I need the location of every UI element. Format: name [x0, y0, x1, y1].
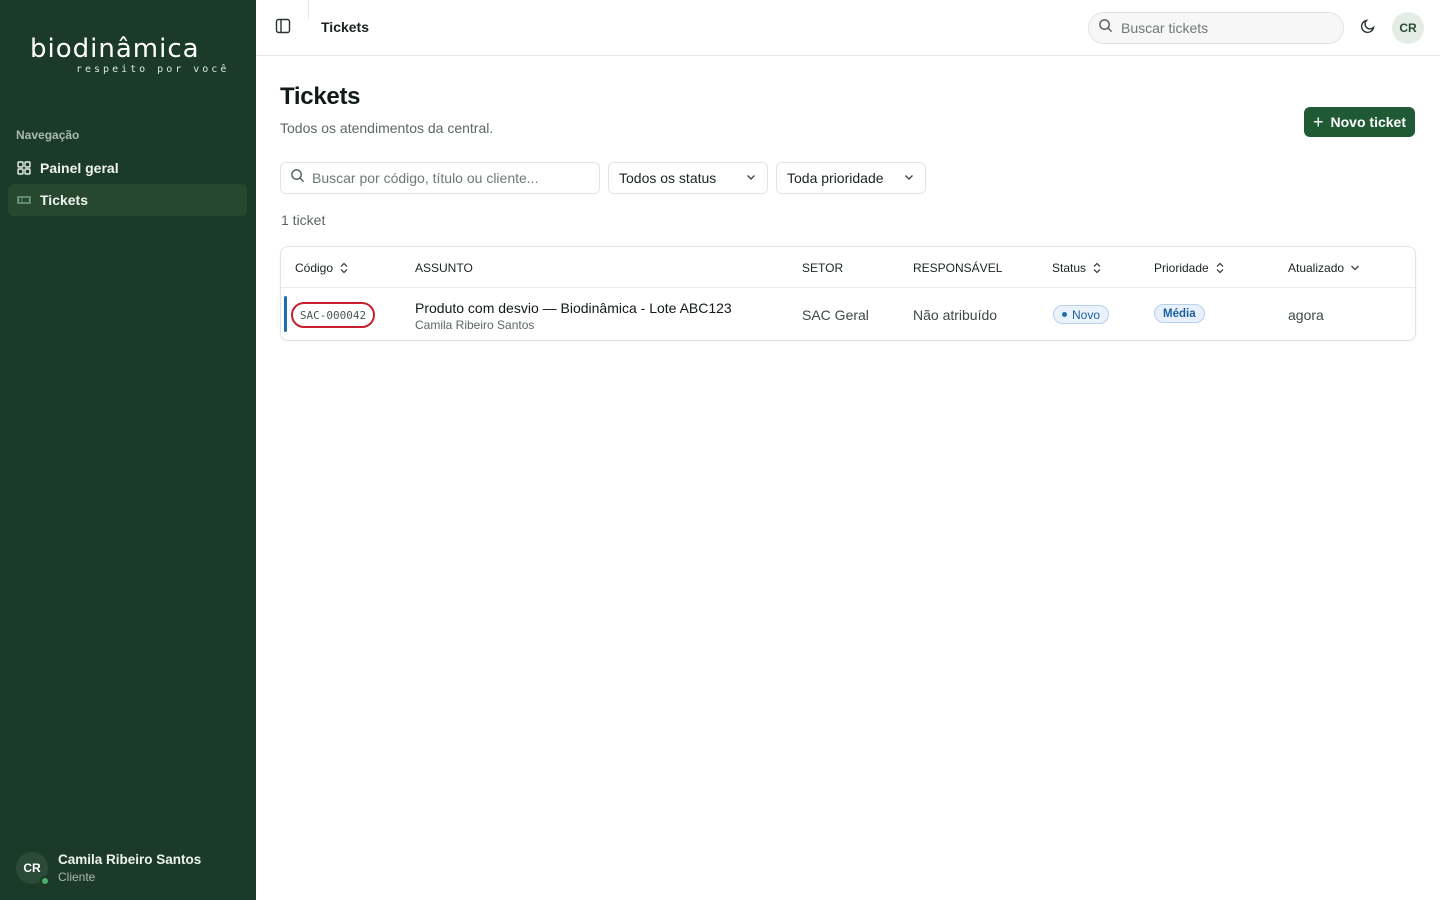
chevron-down-icon	[1350, 263, 1360, 273]
ticket-subject: Produto com desvio — Biodinâmica - Lote …	[415, 299, 732, 333]
user-avatar-button[interactable]: CR	[1392, 12, 1424, 44]
ticket-client: Camila Ribeiro Santos	[415, 318, 535, 332]
new-ticket-button[interactable]: + Novo ticket	[1304, 107, 1415, 137]
plus-icon: +	[1313, 112, 1324, 132]
global-search-input[interactable]	[1121, 20, 1321, 36]
column-header-label: Prioridade	[1154, 261, 1209, 275]
topbar-divider	[308, 0, 309, 20]
column-header-label: Código	[295, 261, 334, 275]
avatar-initials: CR	[1399, 21, 1417, 35]
sort-icon	[1092, 262, 1102, 274]
status-filter-value: Todos os status	[619, 170, 717, 186]
online-status-dot	[40, 876, 50, 886]
theme-toggle-button[interactable]	[1357, 17, 1379, 39]
column-header-updated[interactable]: Atualizado	[1288, 261, 1360, 275]
brand-logo[interactable]: biodinâmica respeito por você	[30, 34, 226, 84]
table-row[interactable]: SAC-000042 Produto com desvio — Biodinâm…	[281, 288, 1415, 340]
ticket-count: 1 ticket	[281, 212, 326, 228]
column-header-code[interactable]: Código	[295, 261, 349, 275]
sort-icon	[339, 262, 349, 274]
column-header-status[interactable]: Status	[1052, 261, 1102, 275]
search-icon	[1098, 18, 1113, 38]
topbar: Tickets CR	[256, 0, 1440, 56]
ticket-title: Produto com desvio — Biodinâmica - Lote …	[415, 300, 732, 316]
chevron-down-icon	[745, 170, 757, 186]
page-title: Tickets	[280, 83, 361, 110]
brand-tagline: respeito por você	[76, 64, 230, 75]
column-header-assignee: RESPONSÁVEL	[913, 261, 1003, 275]
ticket-updated: agora	[1288, 307, 1324, 323]
priority-badge: Média	[1154, 304, 1205, 323]
sidebar-item-tickets[interactable]: Tickets	[8, 184, 247, 216]
search-icon	[290, 168, 305, 188]
new-ticket-label: Novo ticket	[1330, 114, 1406, 130]
priority-filter-value: Toda prioridade	[787, 170, 884, 186]
ticket-sector: SAC Geral	[802, 307, 869, 323]
avatar-initials: CR	[23, 861, 41, 875]
priority-filter-select[interactable]: Toda prioridade	[776, 162, 926, 194]
column-header-sector: SETOR	[802, 261, 844, 275]
status-badge-label: Novo	[1072, 307, 1101, 322]
sidebar-item-label: Tickets	[40, 192, 88, 208]
ticket-icon	[17, 193, 31, 207]
ticket-code[interactable]: SAC-000042	[291, 302, 375, 328]
dashboard-grid-icon	[17, 161, 31, 175]
sidebar-item-painel-geral[interactable]: Painel geral	[8, 152, 247, 184]
page-subtitle: Todos os atendimentos da central.	[280, 120, 494, 136]
ticket-assignee: Não atribuído	[913, 307, 998, 323]
sidebar-panel-icon	[275, 18, 291, 39]
status-badge: Novo	[1053, 305, 1110, 324]
nav-heading: Navegação	[16, 128, 80, 142]
sort-icon	[1215, 262, 1225, 274]
sidebar: biodinâmica respeito por você Navegação …	[0, 0, 256, 900]
user-role: Cliente	[58, 870, 96, 884]
ticket-search[interactable]	[280, 162, 600, 194]
tickets-table: Código ASSUNTO SETOR RESPONSÁVEL Status …	[280, 246, 1416, 341]
ticket-search-input[interactable]	[312, 170, 592, 186]
column-header-subject: ASSUNTO	[415, 261, 473, 275]
sidebar-item-label: Painel geral	[40, 160, 119, 176]
column-header-label: Atualizado	[1288, 261, 1345, 275]
column-header-priority[interactable]: Prioridade	[1154, 261, 1225, 275]
status-filter-select[interactable]: Todos os status	[608, 162, 768, 194]
avatar: CR	[16, 852, 50, 886]
row-status-indicator	[284, 296, 287, 332]
user-profile[interactable]: CR Camila Ribeiro Santos Cliente	[16, 851, 202, 886]
user-name: Camila Ribeiro Santos	[58, 852, 202, 867]
column-header-label: Status	[1052, 261, 1087, 275]
brand-name: biodinâmica	[30, 34, 200, 64]
chevron-down-icon	[903, 170, 915, 186]
status-dot	[1062, 312, 1067, 317]
breadcrumb: Tickets	[321, 19, 369, 35]
sidebar-toggle-button[interactable]	[272, 17, 294, 39]
table-header: Código ASSUNTO SETOR RESPONSÁVEL Status …	[281, 247, 1415, 288]
moon-icon	[1360, 18, 1376, 39]
global-search[interactable]	[1088, 12, 1344, 44]
